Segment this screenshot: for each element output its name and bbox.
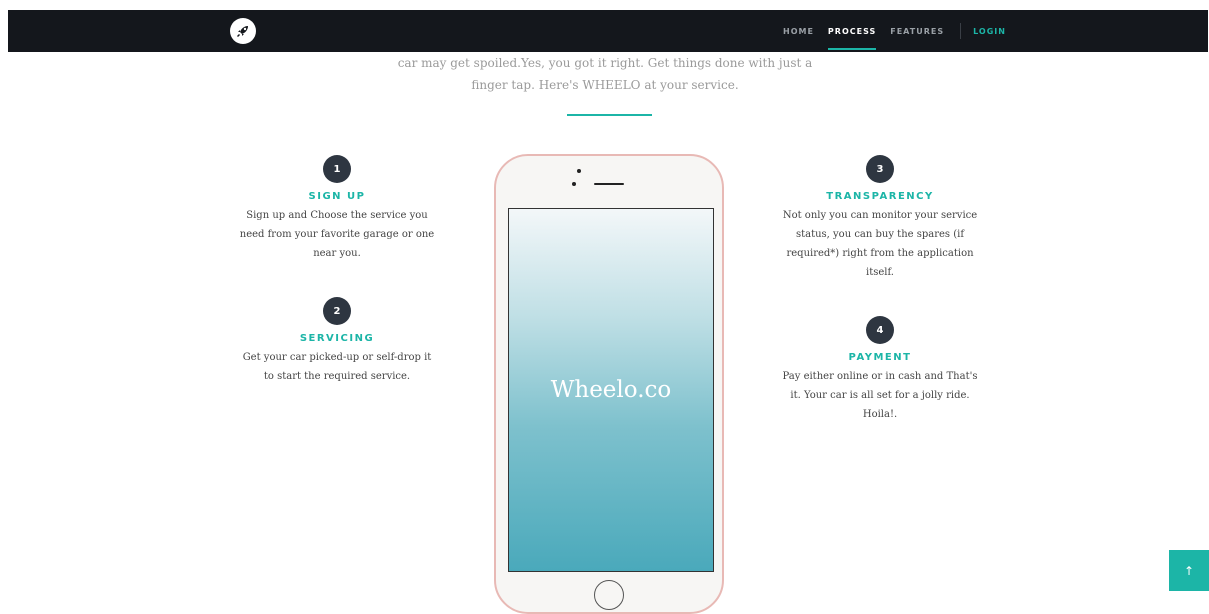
- phone-screen: Wheelo.co: [508, 208, 714, 572]
- step-number-badge: 1: [323, 155, 351, 183]
- step-number-badge: 4: [866, 316, 894, 344]
- intro-line-2: finger tap. Here's WHEELO at your servic…: [471, 78, 739, 92]
- phone-home-button: [594, 580, 624, 610]
- step-description: Not only you can monitor your service st…: [782, 210, 978, 278]
- step-number-badge: 2: [323, 297, 351, 325]
- step-number-badge: 3: [866, 155, 894, 183]
- step-payment: 4 PAYMENT Pay either online or in cash a…: [780, 316, 980, 424]
- step-title: TRANSPARENCY: [826, 191, 934, 202]
- phone-mockup: Wheelo.co: [494, 154, 724, 614]
- step-title: PAYMENT: [848, 352, 912, 363]
- nav-divider: [960, 23, 962, 39]
- phone-speaker: [594, 183, 624, 185]
- step-title: SIGN UP: [308, 191, 366, 202]
- scroll-top-button[interactable]: ↑: [1169, 550, 1209, 591]
- main-nav: HOME PROCESS FEATURES LOGIN: [783, 10, 1020, 52]
- phone-sensor: [572, 182, 576, 186]
- nav-home[interactable]: HOME: [783, 27, 814, 36]
- step-description: Sign up and Choose the service you need …: [239, 210, 435, 259]
- intro-text: car may get spoiled.Yes, you got it righ…: [330, 52, 880, 96]
- navbar: HOME PROCESS FEATURES LOGIN: [8, 10, 1208, 52]
- nav-process[interactable]: PROCESS: [827, 27, 877, 50]
- arrow-up-icon: ↑: [1183, 563, 1195, 578]
- step-transparency: 3 TRANSPARENCY Not only you can monitor …: [780, 155, 980, 282]
- intro-line-1: car may get spoiled.Yes, you got it righ…: [397, 56, 813, 70]
- phone-screen-text: Wheelo.co: [550, 377, 672, 403]
- step-sign-up: 1 SIGN UP Sign up and Choose the service…: [237, 155, 437, 263]
- section-divider: [567, 114, 652, 116]
- step-servicing: 2 SERVICING Get your car picked-up or se…: [237, 297, 437, 386]
- step-description: Get your car picked-up or self-drop it t…: [242, 352, 432, 382]
- step-description: Pay either online or in cash and That's …: [782, 371, 978, 420]
- step-title: SERVICING: [299, 333, 375, 344]
- nav-features[interactable]: FEATURES: [890, 27, 944, 36]
- rocket-icon[interactable]: [230, 18, 256, 44]
- phone-camera: [577, 169, 581, 173]
- nav-login[interactable]: LOGIN: [973, 27, 1006, 36]
